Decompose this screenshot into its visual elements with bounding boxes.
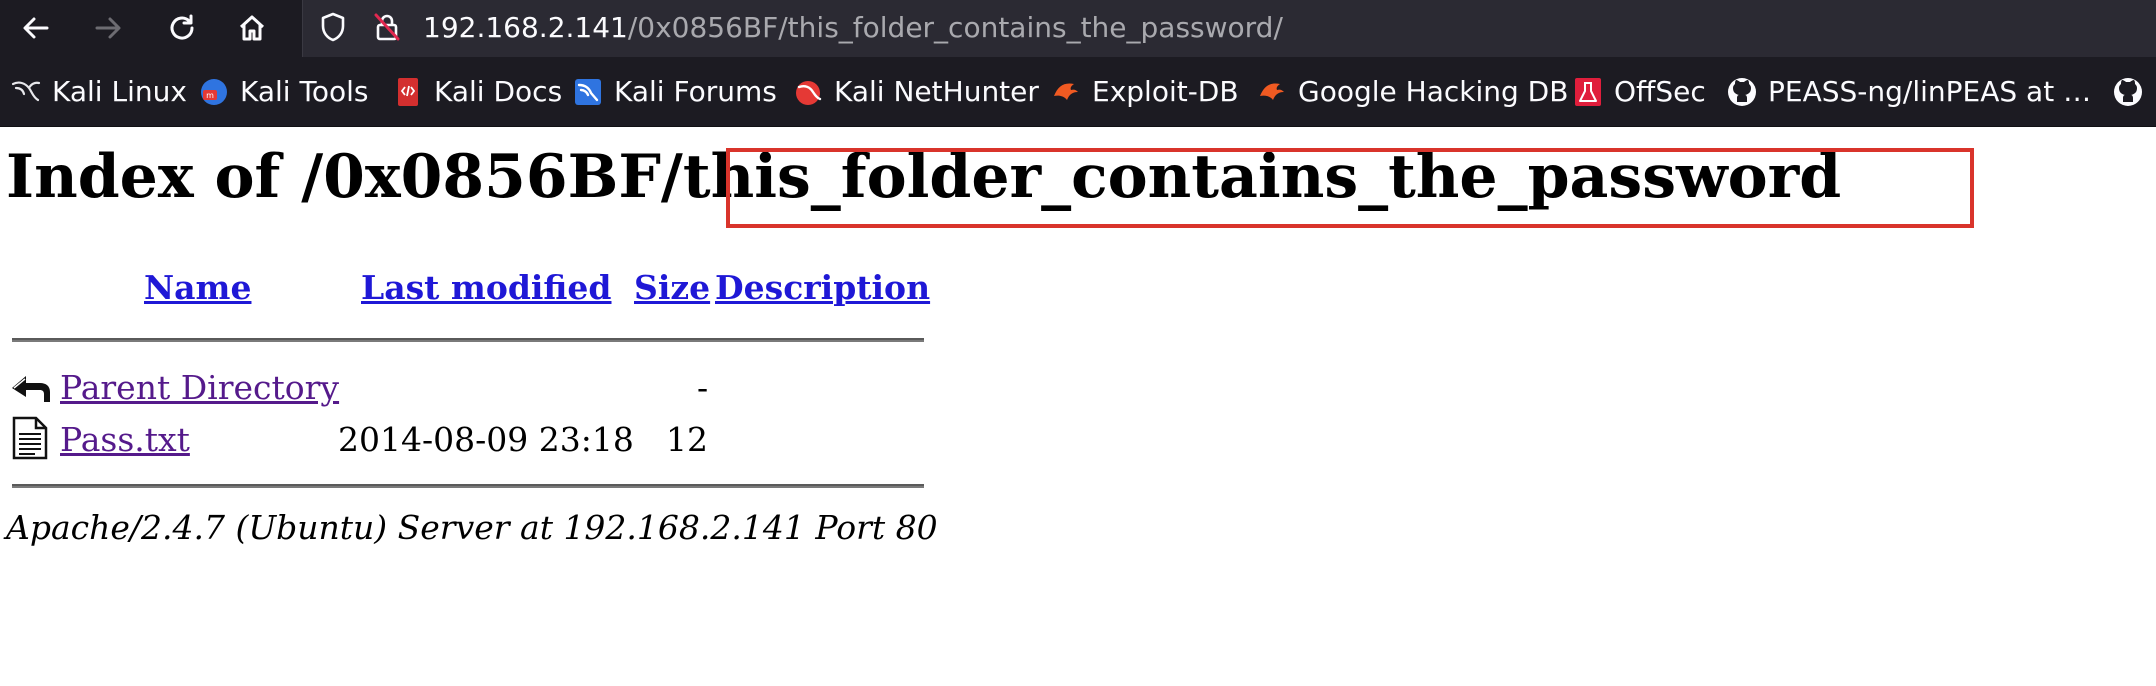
bookmark-github-overflow[interactable] <box>2112 73 2154 111</box>
ghdb-icon <box>1256 76 1288 108</box>
bookmark-label: Kali NetHunter <box>834 75 1039 108</box>
bookmark-offsec[interactable]: OffSec <box>1572 73 1706 111</box>
url-host: 192.168.2.141 <box>423 11 628 44</box>
browser-toolbar: 192.168.2.141/0x0856BF/this_folder_conta… <box>0 0 2156 57</box>
table-divider <box>12 338 924 342</box>
column-header-description[interactable]: Description <box>715 268 930 308</box>
bookmark-kali-docs[interactable]: Kali Docs <box>392 73 562 111</box>
bookmark-kali-linux[interactable]: Kali Linux <box>10 73 187 111</box>
github-icon <box>1726 76 1758 108</box>
bookmark-label: Exploit-DB <box>1092 75 1239 108</box>
home-icon[interactable] <box>230 6 274 50</box>
back-arrow-icon <box>10 366 52 410</box>
row-last-modified: 2014-08-09 23:18 <box>338 420 634 459</box>
bookmark-label: Kali Linux <box>52 75 187 108</box>
shield-icon[interactable] <box>311 5 355 49</box>
kali-nethunter-icon <box>792 76 824 108</box>
bookmark-kali-nethunter[interactable]: Kali NetHunter <box>792 73 1039 111</box>
svg-text:m: m <box>206 91 214 100</box>
github-icon <box>2112 76 2144 108</box>
column-header-name[interactable]: Name <box>144 268 251 308</box>
title-prefix: Index of /0x0856BF/ <box>6 142 683 212</box>
exploit-db-icon <box>1050 76 1082 108</box>
bookmarks-bar: Kali Linux m Kali Tools Kali Docs Kali F… <box>0 57 2156 127</box>
bookmark-label: Kali Tools <box>240 75 369 108</box>
column-header-last-modified[interactable]: Last modified <box>361 268 612 308</box>
url-bar[interactable]: 192.168.2.141/0x0856BF/this_folder_conta… <box>302 0 2156 57</box>
bookmark-label: Kali Docs <box>434 75 563 108</box>
bookmark-peass-ng[interactable]: PEASS-ng/linPEAS at … <box>1726 73 2091 111</box>
bookmark-kali-forums[interactable]: Kali Forums <box>572 73 777 111</box>
back-arrow-icon[interactable] <box>14 6 58 50</box>
url-text[interactable]: 192.168.2.141/0x0856BF/this_folder_conta… <box>423 10 1283 46</box>
bookmark-label: Google Hacking DB <box>1298 75 1569 108</box>
kali-docs-icon <box>392 76 424 108</box>
bookmark-exploit-db[interactable]: Exploit-DB <box>1050 73 1239 111</box>
file-link[interactable]: Pass.txt <box>60 420 190 460</box>
kali-tools-icon: m <box>198 76 230 108</box>
highlight-annotation-box <box>726 148 1974 228</box>
bookmark-label: PEASS-ng/linPEAS at … <box>1768 75 2092 108</box>
forward-arrow-icon[interactable] <box>86 6 130 50</box>
server-signature: Apache/2.4.7 (Ubuntu) Server at 192.168.… <box>6 508 938 547</box>
kali-forums-icon <box>572 76 604 108</box>
kali-dragon-icon <box>10 76 42 108</box>
column-header-size[interactable]: Size <box>634 268 710 308</box>
url-path: /0x0856BF/this_folder_contains_the_passw… <box>627 11 1283 44</box>
insecure-lock-icon[interactable] <box>365 5 409 49</box>
table-divider <box>12 484 924 488</box>
page-content: Index of /0x0856BF/this_folder_contains_… <box>0 128 2156 686</box>
bookmark-kali-tools[interactable]: m Kali Tools <box>198 73 368 111</box>
bookmark-label: OffSec <box>1614 75 1706 108</box>
reload-icon[interactable] <box>160 6 204 50</box>
bookmark-google-hacking-db[interactable]: Google Hacking DB <box>1256 73 1568 111</box>
parent-directory-link[interactable]: Parent Directory <box>60 368 339 408</box>
row-size: 12 <box>666 420 708 459</box>
row-size: - <box>697 368 709 407</box>
text-file-icon <box>12 416 48 464</box>
bookmark-label: Kali Forums <box>614 75 777 108</box>
offsec-icon <box>1572 76 1604 108</box>
